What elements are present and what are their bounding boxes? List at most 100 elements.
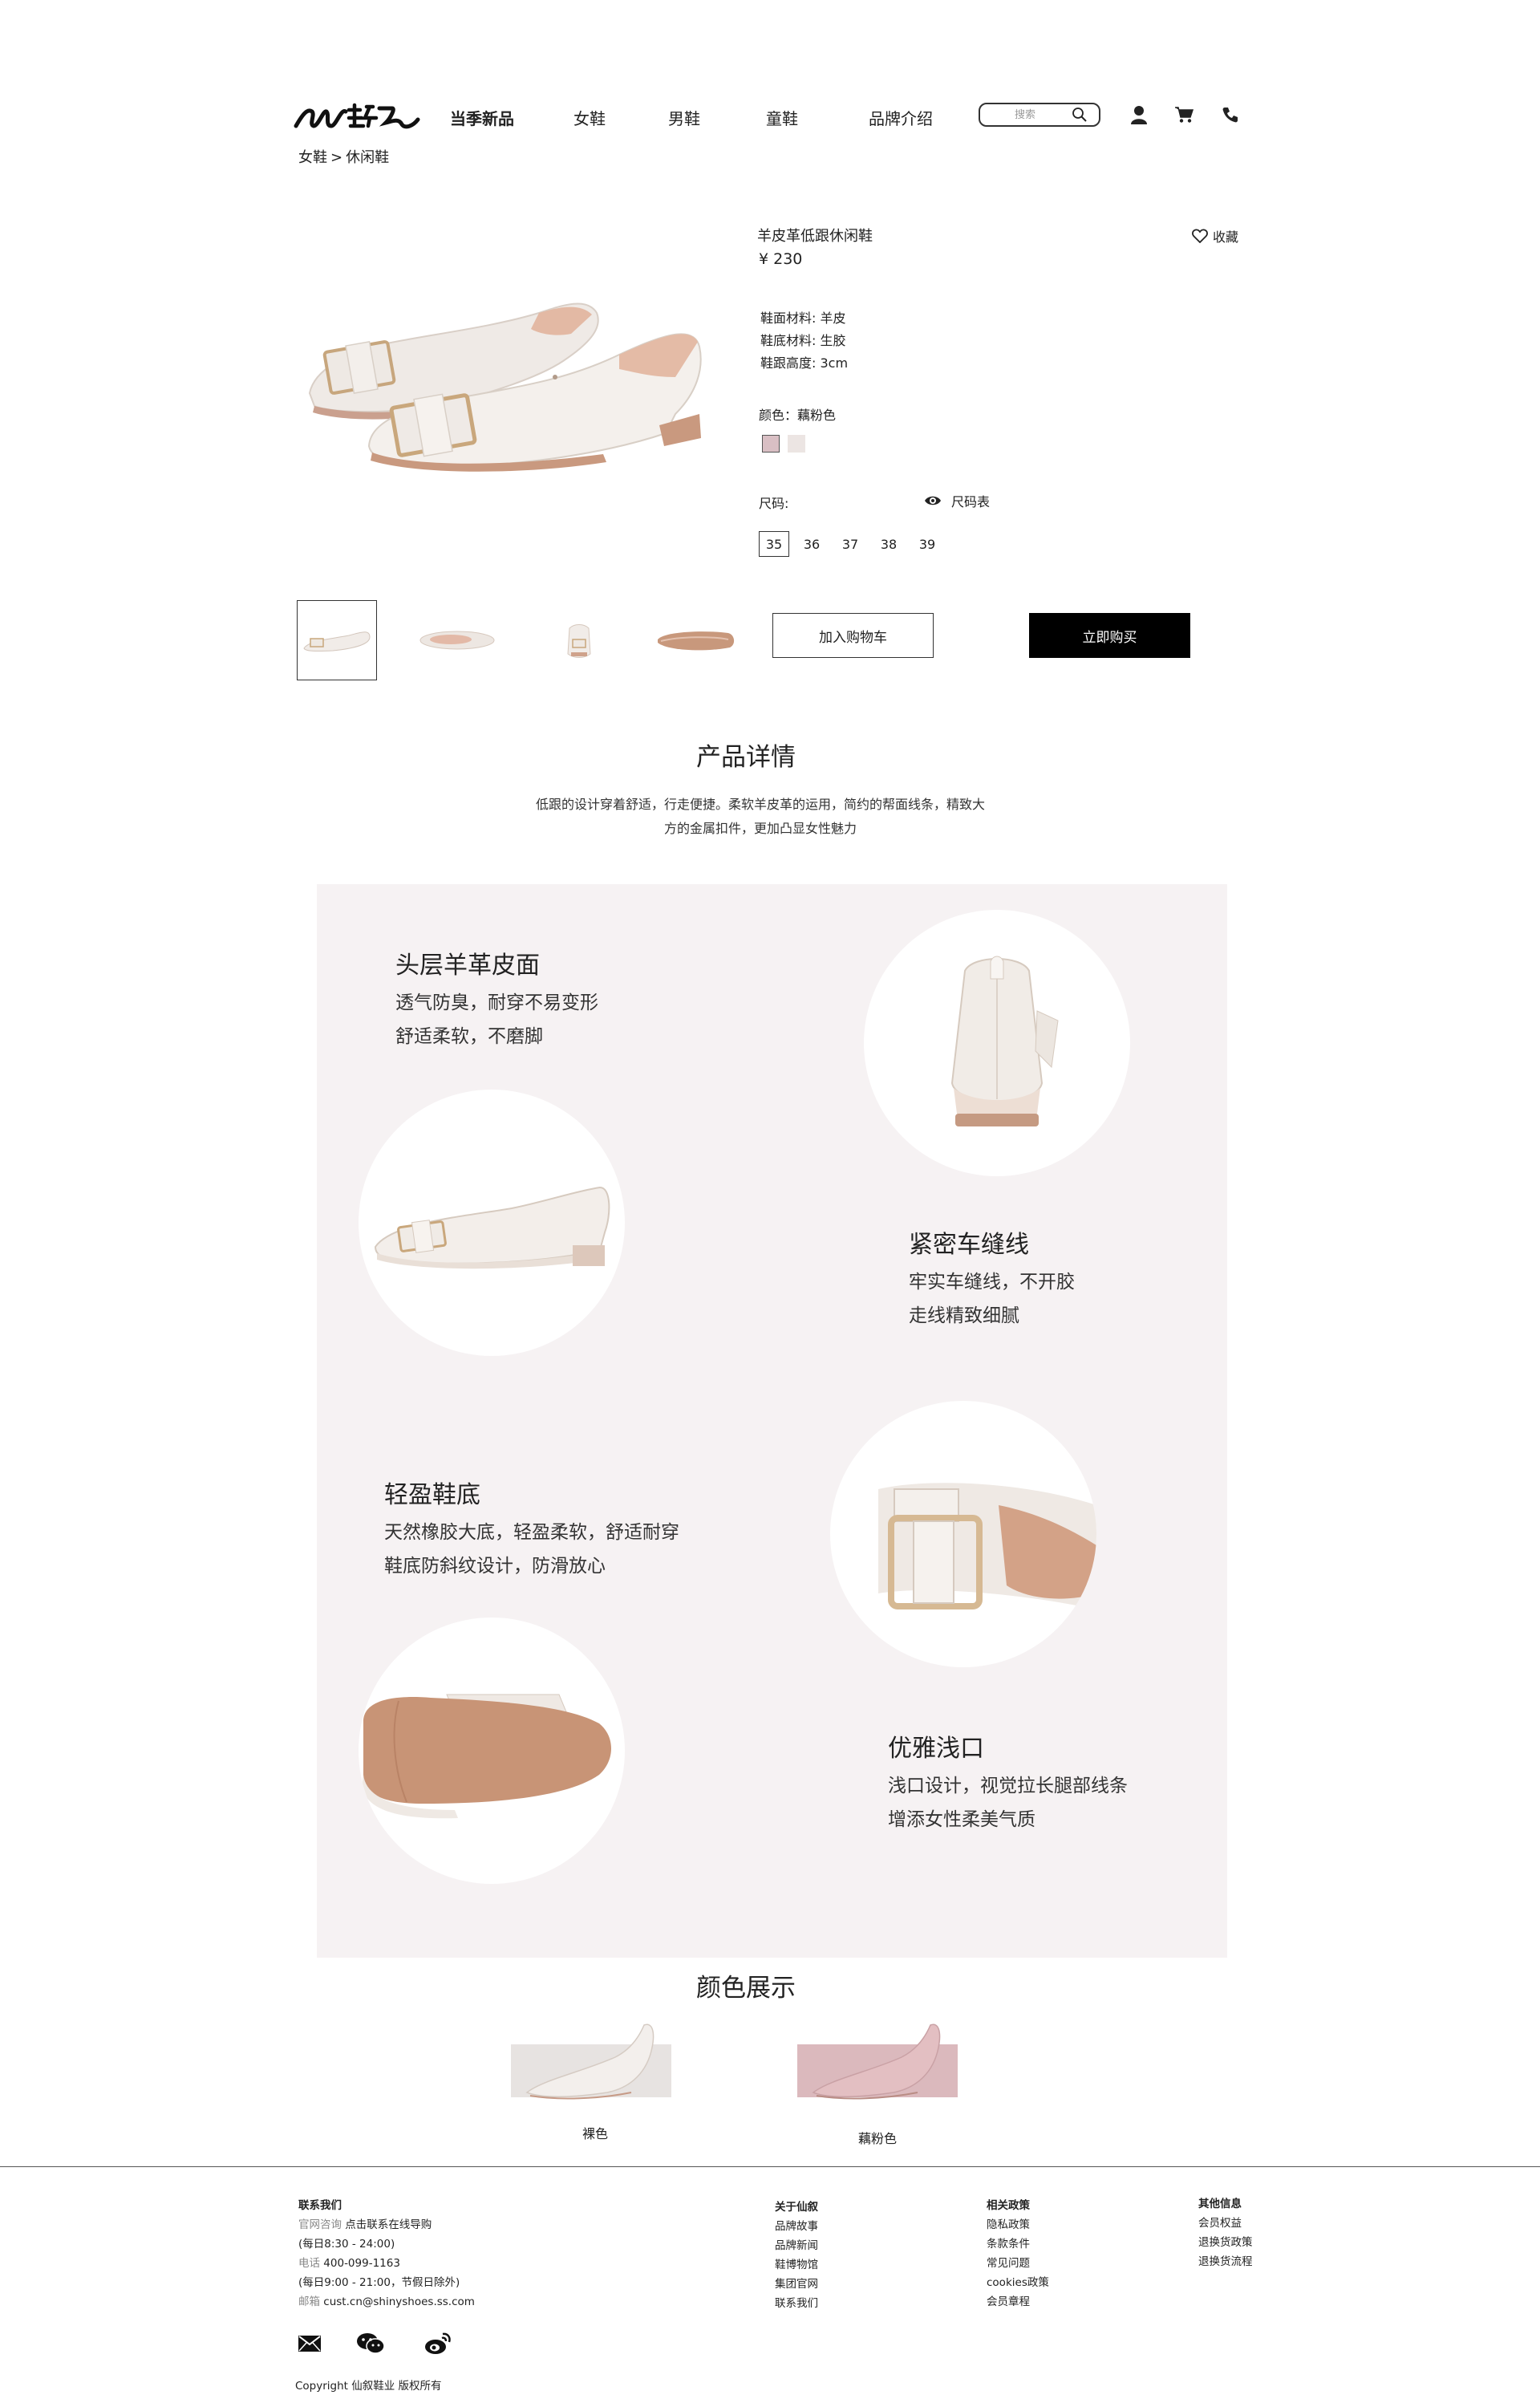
weibo-icon[interactable] [424, 2332, 452, 2356]
footer-other-title: 其他信息 [1198, 2198, 1242, 2210]
wechat-icon[interactable] [356, 2332, 385, 2356]
online-label: 官网咨询 [298, 2218, 342, 2231]
feature-1-title: 头层羊革皮面 [395, 952, 540, 980]
footer-link-return-process[interactable]: 退换货流程 [1198, 2252, 1253, 2271]
brand-logo[interactable] [293, 91, 421, 139]
size-options: 35 36 37 38 39 [759, 531, 950, 557]
footer-link-cookies[interactable]: cookies政策 [987, 2273, 1049, 2292]
buckle-detail-image [830, 1401, 1096, 1667]
feature-4-line-2: 增添女性柔美气质 [888, 1809, 1035, 1830]
footer-link-faq[interactable]: 常见问题 [987, 2254, 1049, 2273]
footer-about-title: 关于仙叙 [775, 2201, 818, 2214]
swatch-nude[interactable] [788, 435, 805, 453]
footer-link-shoe-museum[interactable]: 鞋博物馆 [775, 2255, 818, 2275]
details-description: 低跟的设计穿着舒适，行走便捷。柔软羊皮革的运用，简约的帮面线条，精致大方的金属扣… [536, 797, 986, 836]
search-icon[interactable] [1070, 105, 1089, 124]
online-hours: (每日8:30 - 24:00) [298, 2238, 395, 2251]
footer-link-contact-us[interactable]: 联系我们 [775, 2294, 818, 2313]
feature-2-title: 紧密车缝线 [909, 1231, 1029, 1259]
footer-link-brand-news[interactable]: 品牌新闻 [775, 2236, 818, 2255]
phone-label: 电话 [298, 2257, 320, 2270]
add-to-cart-button[interactable]: 加入购物车 [772, 613, 934, 658]
feature-4-line-1: 浅口设计，视觉拉长腿部线条 [888, 1776, 1128, 1796]
nav-kids[interactable]: 童鞋 [766, 106, 798, 129]
feature-2-line-2: 走线精致细腻 [909, 1305, 1019, 1326]
feature-1-line-1: 透气防臭，耐穿不易变形 [395, 992, 598, 1013]
search-input[interactable] [980, 105, 1070, 124]
size-option-35[interactable]: 35 [759, 531, 789, 557]
feature-panel: 头层羊革皮面 透气防臭，耐穿不易变形 舒适柔软，不磨脚 紧密车缝线 牢实车缝线，… [317, 884, 1227, 1958]
breadcrumb-separator: > [330, 149, 343, 166]
size-option-36[interactable]: 36 [796, 531, 828, 557]
thumbnail-4[interactable] [656, 600, 736, 680]
footer-link-member-benefits[interactable]: 会员权益 [1198, 2214, 1253, 2233]
product-main-image [298, 257, 715, 473]
size-chart-label: 尺码表 [951, 494, 991, 509]
product-specs: 鞋面材料: 羊皮 鞋底材料: 生胶 鞋跟高度: 3cm [760, 307, 848, 375]
spec-heel-height: 鞋跟高度: 3cm [760, 355, 849, 371]
nav-new-season[interactable]: 当季新品 [450, 106, 514, 129]
feature-1-line-2: 舒适柔软，不磨脚 [395, 1026, 543, 1047]
email-address[interactable]: cust.cn@shinyshoes.ss.com [323, 2295, 475, 2308]
thumbnail-1[interactable] [297, 600, 377, 680]
nav-men[interactable]: 男鞋 [668, 106, 700, 129]
color-name-lotus-pink: 藕粉色 [858, 2131, 898, 2146]
footer-contact-title: 联系我们 [298, 2199, 342, 2212]
heart-icon [1192, 229, 1208, 243]
size-option-38[interactable]: 38 [873, 531, 905, 557]
thumbnail-3[interactable] [539, 600, 619, 680]
colors-title: 颜色展示 [696, 1974, 796, 2003]
sole-detail-image [359, 1618, 625, 1884]
footer-link-terms[interactable]: 条款条件 [987, 2234, 1049, 2254]
email-icon[interactable] [295, 2332, 324, 2356]
size-chart-link[interactable]: 尺码表 [924, 491, 990, 510]
footer-link-privacy[interactable]: 隐私政策 [987, 2215, 1049, 2234]
nav-women[interactable]: 女鞋 [573, 106, 606, 129]
product-price: ¥ 230 [759, 250, 803, 268]
spec-sole-material: 鞋底材料: 生胶 [760, 333, 846, 348]
site-header: 当季新品 女鞋 男鞋 童鞋 品牌介绍 [293, 87, 1239, 143]
size-option-37[interactable]: 37 [834, 531, 866, 557]
footer-other: 其他信息 会员权益 退换货政策 退换货流程 [1198, 2194, 1253, 2271]
phone-icon[interactable] [1218, 103, 1242, 127]
feature-3-line-1: 天然橡胶大底，轻盈柔软，舒适耐穿 [384, 1522, 679, 1543]
user-icon[interactable] [1127, 103, 1151, 127]
color-sample-nude[interactable] [511, 2015, 671, 2104]
email-label: 邮箱 [298, 2295, 320, 2308]
footer-contact: 联系我们 官网咨询 点击联系在线导购 (每日8:30 - 24:00) 电话 4… [298, 2196, 475, 2312]
feature-2-line-1: 牢实车缝线，不开胶 [909, 1272, 1075, 1293]
nav-brand-intro[interactable]: 品牌介绍 [869, 106, 933, 129]
size-label: 尺码: [759, 496, 789, 511]
site-footer: 联系我们 官网咨询 点击联系在线导购 (每日8:30 - 24:00) 电话 4… [0, 2166, 1540, 2407]
thumbnail-2[interactable] [417, 600, 497, 680]
side-view-image [359, 1090, 625, 1356]
breadcrumb-women[interactable]: 女鞋 [298, 149, 327, 166]
phone-hours: (每日9:00 - 21:00，节假日除外) [298, 2276, 460, 2289]
breadcrumb-current: 休闲鞋 [346, 149, 390, 166]
spec-upper-material: 鞋面材料: 羊皮 [760, 311, 846, 326]
product-title: 羊皮革低跟休闲鞋 [757, 228, 873, 245]
color-name-nude: 裸色 [582, 2126, 609, 2141]
cart-icon[interactable] [1172, 103, 1196, 127]
footer-link-brand-story[interactable]: 品牌故事 [775, 2217, 818, 2236]
favorite-label: 收藏 [1212, 229, 1238, 245]
footer-policy-title: 相关政策 [987, 2199, 1030, 2212]
footer-link-member-rules[interactable]: 会员章程 [987, 2292, 1049, 2312]
swatch-lotus-pink[interactable] [762, 435, 780, 453]
eye-icon [925, 496, 941, 505]
feature-4-title: 优雅浅口 [888, 1735, 984, 1763]
breadcrumb: 女鞋 > 休闲鞋 [297, 146, 391, 167]
buy-now-button[interactable]: 立即购买 [1029, 613, 1190, 658]
footer-policy: 相关政策 隐私政策 条款条件 常见问题 cookies政策 会员章程 [987, 2196, 1049, 2312]
footer-link-return-policy[interactable]: 退换货政策 [1198, 2233, 1253, 2252]
footer-about: 关于仙叙 品牌故事 品牌新闻 鞋博物馆 集团官网 联系我们 [775, 2198, 818, 2313]
search-box [979, 103, 1100, 127]
online-chat-link[interactable]: 点击联系在线导购 [345, 2218, 432, 2231]
copyright: Copyright 仙叙鞋业 版权所有 [295, 2380, 442, 2393]
feature-3-line-2: 鞋底防斜纹设计，防滑放心 [384, 1556, 606, 1577]
phone-number: 400-099-1163 [323, 2257, 400, 2270]
footer-link-group-site[interactable]: 集团官网 [775, 2275, 818, 2294]
color-sample-lotus-pink[interactable] [797, 2015, 958, 2104]
size-option-39[interactable]: 39 [911, 531, 943, 557]
favorite-button[interactable]: 收藏 [1192, 226, 1238, 246]
